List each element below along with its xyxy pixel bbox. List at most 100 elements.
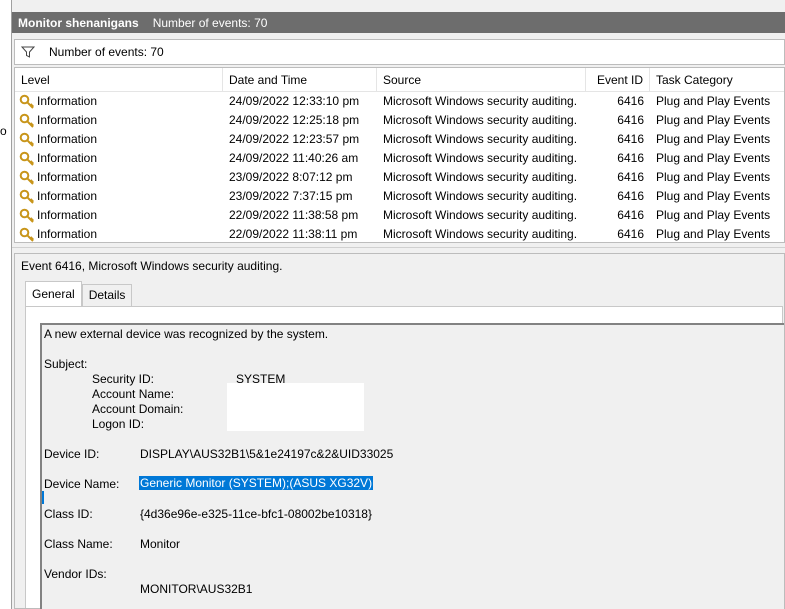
device-id-value: DISPLAY\AUS32B1\5&1e24197c&2&UID33025 [140, 447, 394, 461]
cell-date: 24/09/2022 12:23:57 pm [229, 132, 360, 146]
cell-source: Microsoft Windows security auditing. [383, 113, 578, 127]
view-title: Monitor shenanigans [18, 15, 139, 30]
level-text: Information [37, 94, 98, 108]
account-domain-label: Account Domain: [92, 402, 184, 416]
table-row[interactable]: Information 24/09/2022 12:23:57 pm Microso… [15, 130, 784, 149]
table-row[interactable]: Information 23/09/2022 7:37:15 pm Microsof… [15, 187, 784, 206]
cell-source: Microsoft Windows security auditing. [383, 170, 578, 184]
level-text: Information [37, 208, 98, 222]
left-pane-text-stub: o [0, 124, 7, 138]
level-text: Information [37, 170, 98, 184]
logon-id-label: Logon ID: [92, 417, 145, 431]
class-name-value: Monitor [140, 537, 181, 551]
cell-source: Microsoft Windows security auditing. [383, 132, 578, 146]
cell-task-category: Plug and Play Events [656, 151, 771, 165]
account-name-label: Account Name: [92, 387, 175, 401]
table-row[interactable]: Information 22/09/2022 11:38:11 pm Microso… [15, 225, 784, 243]
vendor-ids-value: MONITOR\AUS32B1 [140, 582, 253, 596]
cell-source: Microsoft Windows security auditing. [383, 227, 578, 241]
device-name-value-selected: Generic Monitor (SYSTEM);(ASUS XG32V) [139, 476, 374, 490]
left-tree-pane-edge: o [0, 0, 12, 609]
cell-task-category: Plug and Play Events [656, 170, 771, 184]
level-text: Information [37, 132, 98, 146]
key-icon [19, 208, 35, 224]
events-table: Level Date and Time Source Event ID Task… [14, 67, 785, 243]
column-header-date[interactable]: Date and Time [223, 68, 377, 92]
cell-date: 24/09/2022 11:40:26 am [229, 151, 359, 165]
table-row[interactable]: Information 22/09/2022 11:38:58 pm Microso… [15, 206, 784, 225]
vendor-ids-label: Vendor IDs: [44, 567, 107, 581]
column-header-source[interactable]: Source [377, 68, 586, 92]
class-id-value: {4d36e96e-e325-11ce-bfc1-08002be10318} [140, 507, 372, 521]
key-icon [19, 94, 35, 110]
cell-level: Information [15, 130, 223, 149]
table-header: Level Date and Time Source Event ID Task… [15, 68, 784, 92]
cell-event-id: 6416 [617, 208, 644, 222]
cell-level: Information [15, 206, 223, 225]
column-header-task-category[interactable]: Task Category [650, 68, 784, 92]
table-row[interactable]: Information 24/09/2022 12:33:10 pm Microso… [15, 92, 784, 111]
cell-event-id: 6416 [617, 132, 644, 146]
device-name-label: Device Name: [44, 477, 120, 491]
cell-level: Information [15, 168, 223, 187]
filter-funnel-icon[interactable] [21, 46, 35, 58]
key-icon [19, 227, 35, 243]
table-body: Information 24/09/2022 12:33:10 pm Microso… [15, 92, 784, 243]
cell-date: 24/09/2022 12:25:18 pm [229, 113, 360, 127]
tab-general[interactable]: General [25, 281, 82, 306]
cell-task-category: Plug and Play Events [656, 189, 771, 203]
filter-bar: Number of events: 70 [14, 39, 785, 65]
cell-task-category: Plug and Play Events [656, 132, 771, 146]
cell-task-category: Plug and Play Events [656, 227, 771, 241]
column-header-event-id[interactable]: Event ID [586, 68, 650, 92]
cell-event-id: 6416 [617, 151, 644, 165]
cell-event-id: 6416 [617, 227, 644, 241]
key-icon [19, 113, 35, 129]
column-header-level[interactable]: Level [15, 68, 223, 92]
header-event-count: Number of events: 70 [152, 15, 268, 30]
cell-date: 23/09/2022 7:37:15 pm [229, 189, 353, 203]
cell-event-id: 6416 [617, 94, 644, 108]
cell-event-id: 6416 [617, 170, 644, 184]
cell-event-id: 6416 [617, 189, 644, 203]
subject-label: Subject: [44, 357, 88, 371]
cell-source: Microsoft Windows security auditing. [383, 189, 578, 203]
cell-level: Information [15, 111, 223, 130]
key-icon [19, 189, 35, 205]
cell-level: Information [15, 92, 223, 111]
key-icon [19, 151, 35, 167]
table-row[interactable]: Information 24/09/2022 12:25:18 pm Microso… [15, 111, 784, 130]
event-intro-text: A new external device was recognized by … [44, 327, 329, 341]
class-name-label: Class Name: [44, 537, 113, 551]
text-caret [42, 491, 44, 504]
level-text: Information [37, 227, 98, 241]
cell-task-category: Plug and Play Events [656, 113, 771, 127]
cell-level: Information [15, 225, 223, 243]
tab-details[interactable]: Details [81, 284, 133, 306]
table-row[interactable]: Information 24/09/2022 11:40:26 am Microso… [15, 149, 784, 168]
level-text: Information [37, 151, 98, 165]
cell-source: Microsoft Windows security auditing. [383, 94, 578, 108]
cell-source: Microsoft Windows security auditing. [383, 151, 578, 165]
redacted-block [227, 383, 364, 431]
cell-task-category: Plug and Play Events [656, 208, 771, 222]
table-row[interactable]: Information 23/09/2022 8:07:12 pm Microsof… [15, 168, 784, 187]
cell-date: 24/09/2022 12:33:10 pm [229, 94, 360, 108]
device-id-label: Device ID: [44, 447, 100, 461]
class-id-label: Class ID: [44, 507, 93, 521]
log-view-header: Monitor shenanigans Number of events: 70 [12, 12, 785, 33]
filter-event-count: Number of events: 70 [49, 45, 164, 59]
top-strip [12, 0, 785, 12]
cell-event-id: 6416 [617, 113, 644, 127]
level-text: Information [37, 189, 98, 203]
event-detail-title: Event 6416, Microsoft Windows security a… [21, 259, 283, 273]
general-tab-panel: A new external device was recognized by … [25, 306, 784, 609]
event-description-box[interactable]: A new external device was recognized by … [40, 323, 784, 609]
key-icon [19, 170, 35, 186]
cell-task-category: Plug and Play Events [656, 94, 771, 108]
cell-level: Information [15, 149, 223, 168]
cell-source: Microsoft Windows security auditing. [383, 208, 578, 222]
cell-level: Information [15, 187, 223, 206]
event-detail-pane: Event 6416, Microsoft Windows security a… [14, 253, 785, 609]
security-id-label: Security ID: [92, 372, 155, 386]
